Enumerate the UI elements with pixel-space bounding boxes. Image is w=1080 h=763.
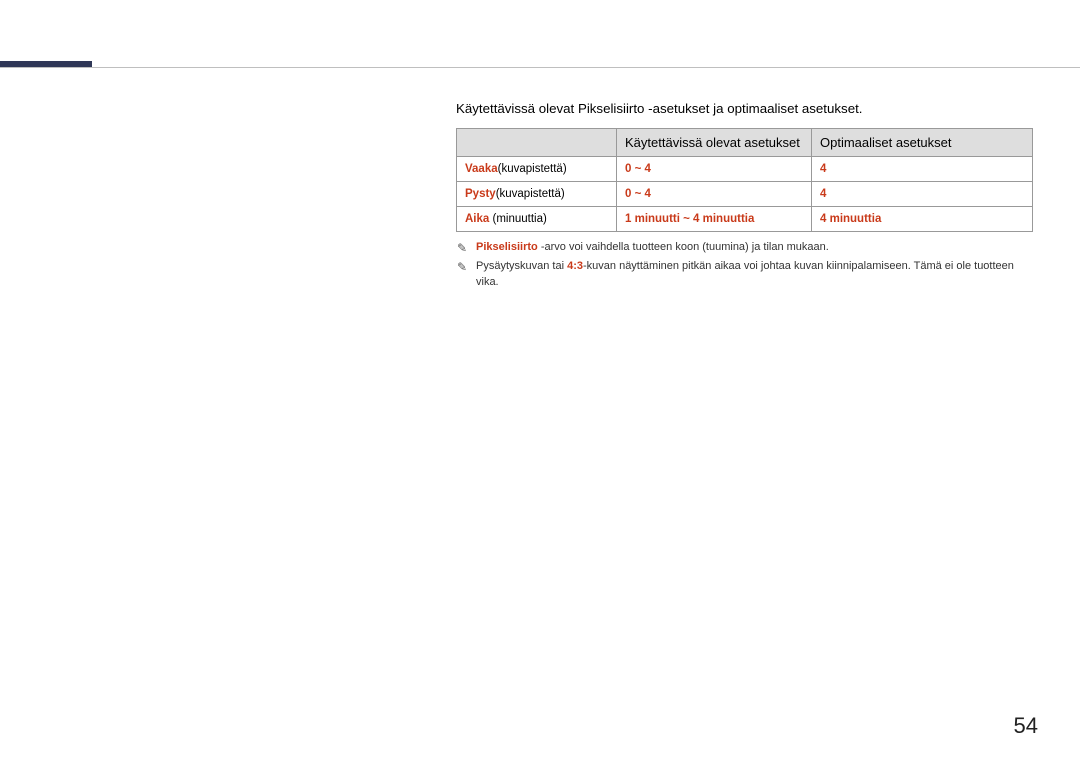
row-available: 1 minuutti ~ 4 minuuttia	[617, 207, 812, 232]
label-rest: (kuvapistettä)	[496, 188, 565, 200]
row-available: 0 ~ 4	[617, 157, 812, 182]
top-divider	[0, 67, 1080, 68]
label-rest: (minuuttia)	[489, 213, 547, 225]
table-header-available: Käytettävissä olevat asetukset	[617, 129, 812, 157]
label-highlight: Vaaka	[465, 163, 498, 175]
label-highlight: Aika	[465, 213, 489, 225]
label-highlight: Pysty	[465, 188, 496, 200]
row-optimal: 4 minuuttia	[812, 207, 1033, 232]
table-row: Vaaka(kuvapistettä) 0 ~ 4 4	[457, 157, 1033, 182]
table-row: Aika (minuuttia) 1 minuutti ~ 4 minuutti…	[457, 207, 1033, 232]
table-header-optimal: Optimaaliset asetukset	[812, 129, 1033, 157]
page-number: 54	[1014, 713, 1038, 739]
pencil-icon: ✎	[456, 260, 468, 274]
note-text: Pysäytyskuvan tai 4:3-kuvan näyttäminen …	[476, 259, 1033, 290]
pencil-icon: ✎	[456, 241, 468, 255]
intro-text: Käytettävissä olevat Pikselisiirto -aset…	[456, 101, 1033, 116]
row-optimal: 4	[812, 157, 1033, 182]
row-label: Vaaka(kuvapistettä)	[457, 157, 617, 182]
row-label: Pysty(kuvapistettä)	[457, 182, 617, 207]
table-header-empty	[457, 129, 617, 157]
row-label: Aika (minuuttia)	[457, 207, 617, 232]
row-available: 0 ~ 4	[617, 182, 812, 207]
settings-table: Käytettävissä olevat asetukset Optimaali…	[456, 128, 1033, 232]
main-content: Käytettävissä olevat Pikselisiirto -aset…	[456, 101, 1033, 294]
note-item: ✎ Pysäytyskuvan tai 4:3-kuvan näyttämine…	[456, 259, 1033, 290]
note-text: Pikselisiirto -arvo voi vaihdella tuotte…	[476, 240, 829, 255]
table-row: Pysty(kuvapistettä) 0 ~ 4 4	[457, 182, 1033, 207]
notes-container: ✎ Pikselisiirto -arvo voi vaihdella tuot…	[456, 240, 1033, 290]
row-optimal: 4	[812, 182, 1033, 207]
note-item: ✎ Pikselisiirto -arvo voi vaihdella tuot…	[456, 240, 1033, 255]
label-rest: (kuvapistettä)	[498, 163, 567, 175]
